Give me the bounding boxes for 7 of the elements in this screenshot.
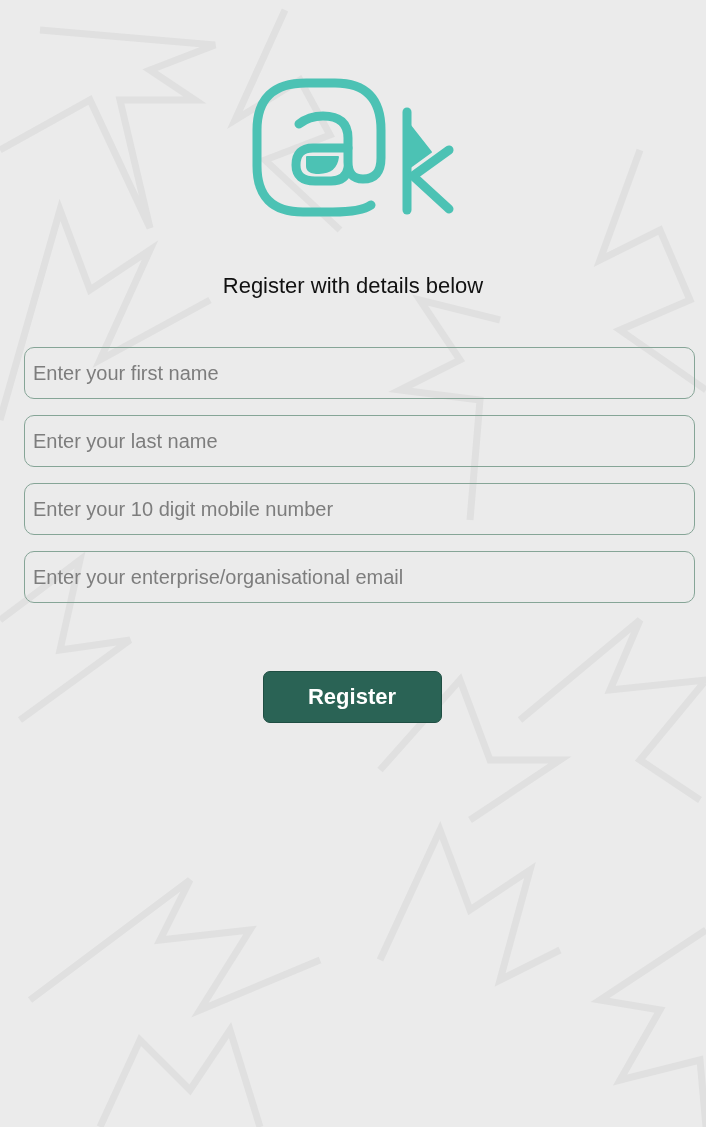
register-button[interactable]: Register: [262, 671, 442, 723]
input-field[interactable]: Enter your first name: [24, 347, 695, 399]
at-k-logo-icon: [251, 78, 455, 218]
input-field[interactable]: Enter your 10 digit mobile number: [24, 483, 695, 535]
heading: Register with details below: [222, 273, 484, 299]
input-field[interactable]: Enter your enterprise/organisational email: [24, 551, 695, 603]
input-field[interactable]: Enter your last name: [24, 415, 695, 467]
